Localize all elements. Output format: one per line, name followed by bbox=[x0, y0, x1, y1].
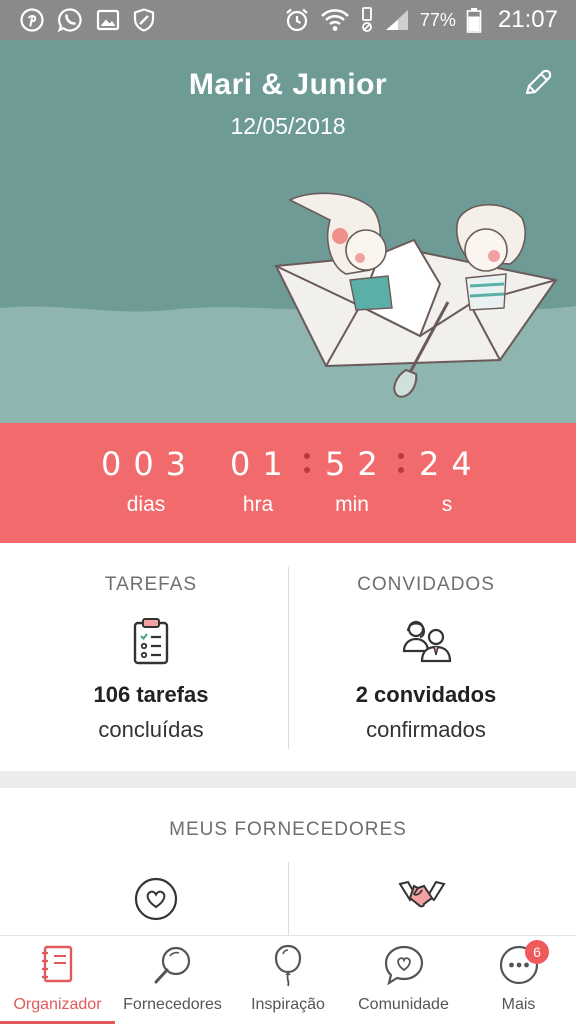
notification-badge: 6 bbox=[525, 940, 549, 964]
notebook-icon bbox=[40, 944, 76, 988]
gallery-icon bbox=[96, 9, 120, 31]
vendors-heading: MEUS FORNECEDORES bbox=[169, 819, 407, 840]
vendor-hired[interactable] bbox=[278, 876, 566, 926]
heart-circle-icon bbox=[133, 876, 179, 926]
tasks-heading: TAREFAS bbox=[104, 574, 198, 595]
vibrate-icon bbox=[360, 6, 374, 34]
guests-summary[interactable]: CONVIDADOS 2 convidados confirmados bbox=[282, 543, 570, 771]
clipboard-checklist-icon bbox=[131, 617, 171, 667]
countdown-days-label: dias bbox=[126, 493, 166, 516]
nav-mais[interactable]: 6 Mais bbox=[461, 936, 576, 1024]
edit-button[interactable] bbox=[520, 66, 556, 102]
nav-label-inspiracao: Inspiração bbox=[251, 996, 325, 1013]
countdown-minutes: 52 bbox=[325, 445, 390, 483]
couple-names: Mari & Junior bbox=[188, 68, 388, 101]
countdown-seconds-label: s bbox=[441, 493, 453, 516]
bottom-navigation: Organizador Fornecedores Inspiração Comu… bbox=[0, 935, 576, 1024]
clock: 21:07 bbox=[497, 6, 558, 33]
summary-card: TAREFAS 106 tarefas concluídas CONVIDADO… bbox=[0, 543, 576, 771]
nav-fornecedores[interactable]: Fornecedores bbox=[115, 936, 230, 1024]
section-separator bbox=[0, 771, 576, 788]
nav-label-comunidade: Comunidade bbox=[358, 996, 449, 1013]
app-screen: 77% 21:07 Mari & Junior 12/05/2018 003 d… bbox=[0, 0, 576, 1024]
shield-icon bbox=[133, 8, 155, 32]
nav-comunidade[interactable]: Comunidade bbox=[346, 936, 461, 1024]
wedding-date: 12/05/2018 bbox=[230, 113, 346, 139]
tasks-status: concluídas bbox=[98, 717, 204, 742]
vendors-card: MEUS FORNECEDORES bbox=[0, 788, 576, 935]
signal-icon bbox=[384, 8, 410, 32]
status-bar: 77% 21:07 bbox=[0, 0, 576, 40]
countdown-hours: 01 bbox=[230, 445, 295, 483]
alarm-icon bbox=[284, 7, 310, 33]
couple-icon bbox=[400, 617, 452, 667]
countdown-hours-label: hra bbox=[242, 493, 274, 516]
nav-organizador[interactable]: Organizador bbox=[0, 936, 115, 1024]
chat-heart-icon bbox=[383, 944, 425, 988]
battery-icon bbox=[466, 7, 482, 33]
magnifier-icon bbox=[152, 944, 194, 988]
nav-label-organizador: Organizador bbox=[13, 996, 102, 1013]
balloon-icon bbox=[272, 944, 304, 988]
countdown-days: 003 bbox=[101, 445, 199, 483]
handshake-icon bbox=[398, 876, 446, 926]
nav-inspiracao[interactable]: Inspiração bbox=[230, 936, 346, 1024]
countdown-separator bbox=[397, 449, 405, 479]
whatsapp-icon bbox=[57, 7, 83, 33]
pencil-icon bbox=[523, 67, 553, 102]
guests-status: confirmados bbox=[366, 717, 486, 742]
nav-label-mais: Mais bbox=[501, 996, 536, 1013]
pinterest-icon bbox=[20, 8, 44, 32]
wifi-icon bbox=[320, 7, 350, 33]
vendor-favorites[interactable] bbox=[12, 876, 300, 926]
countdown-minutes-label: min bbox=[335, 493, 369, 516]
guests-heading: CONVIDADOS bbox=[357, 574, 495, 595]
battery-percent: 77% bbox=[419, 9, 456, 30]
wedding-countdown: 003 dias 01 hra 52 min 24 s bbox=[0, 423, 576, 543]
countdown-separator bbox=[303, 449, 311, 479]
tasks-summary[interactable]: TAREFAS 106 tarefas concluídas bbox=[7, 543, 295, 771]
wedding-header: Mari & Junior 12/05/2018 bbox=[0, 40, 576, 423]
countdown-seconds: 24 bbox=[419, 445, 484, 483]
tasks-count: 106 tarefas bbox=[93, 682, 209, 707]
guests-count: 2 convidados bbox=[355, 682, 497, 707]
nav-label-fornecedores: Fornecedores bbox=[123, 996, 222, 1013]
